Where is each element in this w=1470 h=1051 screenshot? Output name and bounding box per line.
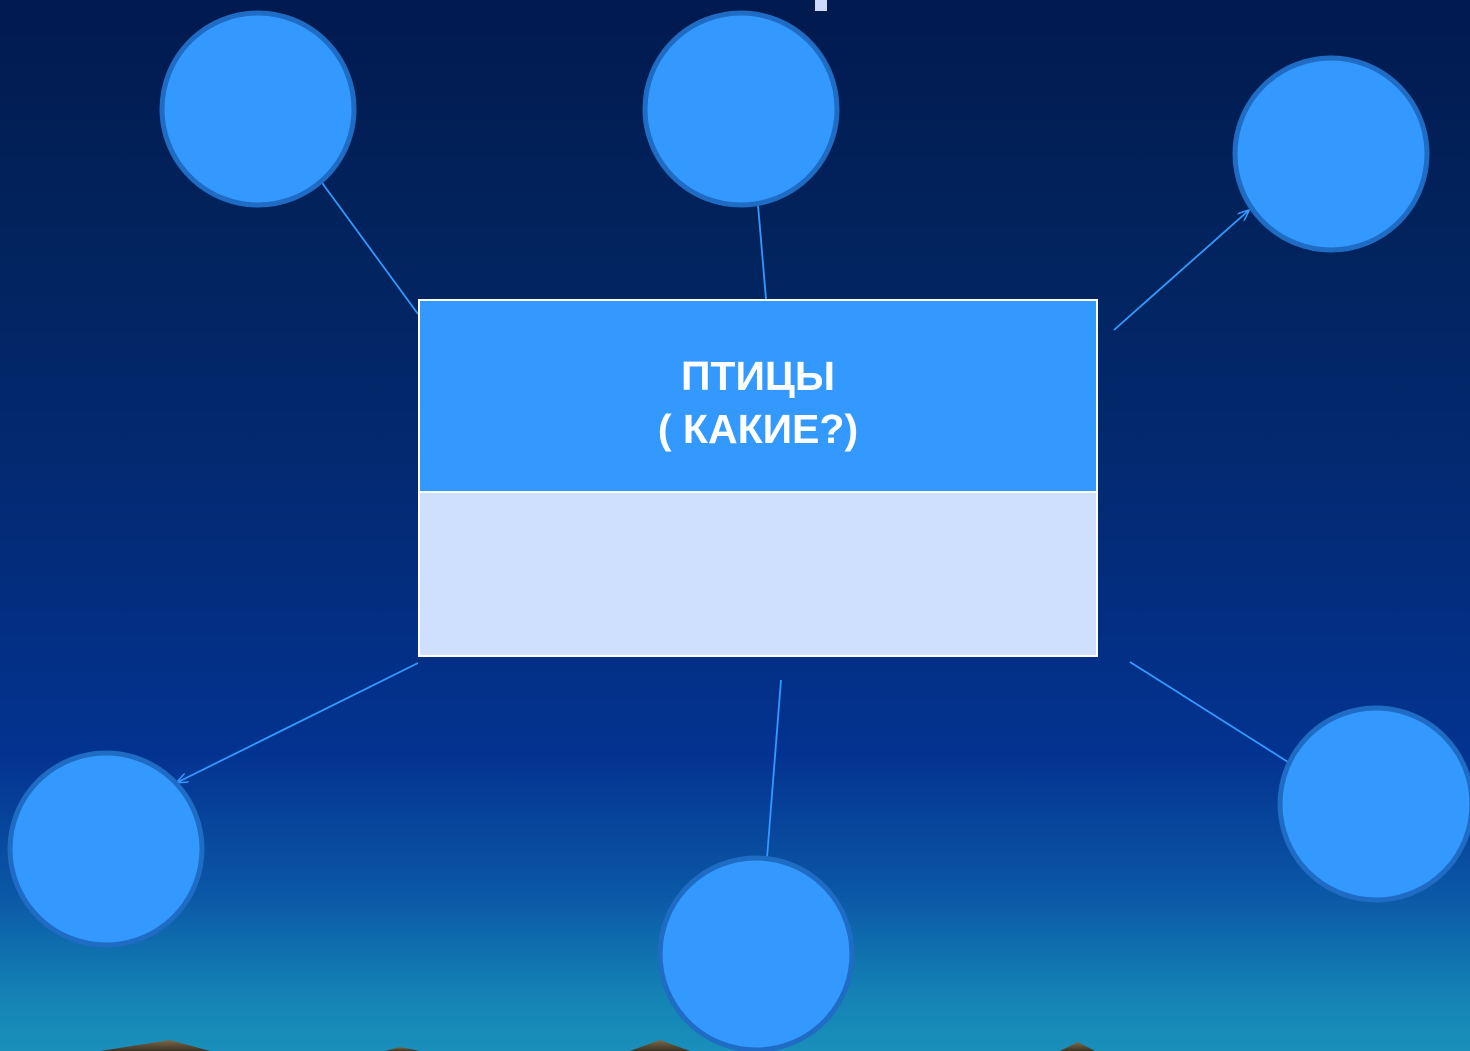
mountain-peak: [630, 1040, 690, 1051]
connector-bottom-center: [766, 679, 782, 859]
node-bottom-center[interactable]: [657, 855, 855, 1051]
connector-top-right: [1113, 211, 1248, 331]
connector-top-left: [319, 179, 419, 315]
connector-top-center: [757, 204, 767, 300]
center-box-header: ПТИЦЫ ( КАКИЕ?): [420, 301, 1096, 493]
mountain-peak: [100, 1040, 210, 1051]
node-top-center[interactable]: [642, 10, 840, 208]
mountain-peak: [385, 1047, 420, 1051]
center-box-question: ( КАКИЕ?): [657, 406, 859, 452]
node-top-right[interactable]: [1232, 55, 1430, 253]
node-top-left[interactable]: [159, 10, 357, 208]
mountain-peak: [1060, 1042, 1095, 1051]
mountains-decoration: [100, 1040, 1095, 1051]
node-bottom-right[interactable]: [1277, 705, 1470, 903]
center-box: ПТИЦЫ ( КАКИЕ?): [418, 299, 1098, 657]
center-box-title: ПТИЦЫ: [680, 353, 836, 399]
connector-bottom-right: [1129, 661, 1289, 763]
center-box-answer-area[interactable]: [420, 493, 1096, 655]
connector-bottom-left: [178, 662, 419, 782]
node-bottom-left[interactable]: [7, 750, 205, 948]
